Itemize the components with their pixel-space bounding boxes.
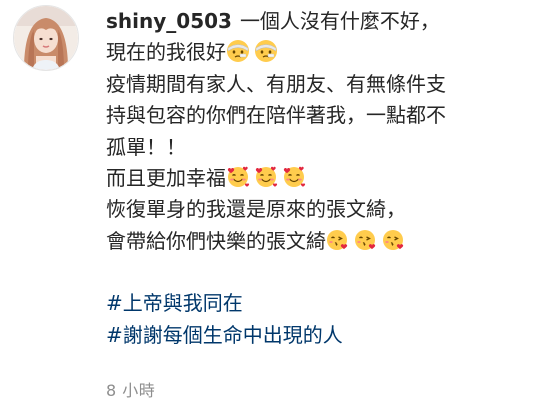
comment-line-1: 現在的我很好 <box>106 37 536 68</box>
timestamp[interactable]: 8 小時 <box>106 377 155 401</box>
avatar[interactable] <box>13 5 79 71</box>
face-with-head-bandage-icon <box>254 39 278 63</box>
smiling-face-with-hearts-icon <box>226 165 250 189</box>
username-link[interactable]: shiny_0503 <box>106 9 232 33</box>
comment-line-0: shiny_0503 一個人沒有什麼不好， <box>106 6 536 37</box>
face-blowing-kiss-icon <box>326 228 350 252</box>
comment-line-5: 而且更加幸福 <box>106 163 536 194</box>
comment-text: 而且更加幸福 <box>106 166 226 191</box>
hashtag-link[interactable]: #上帝與我同在 <box>106 288 536 319</box>
comment-line-4: 孤單！！ <box>106 134 186 159</box>
face-with-head-bandage-icon <box>226 39 250 63</box>
comment-text: 現在的我很好 <box>106 40 226 65</box>
face-blowing-kiss-icon <box>354 228 378 252</box>
comment-line-3: 持與包容的你們在陪伴著我，一點都不 <box>106 103 446 128</box>
smiling-face-with-hearts-icon <box>254 165 278 189</box>
comment-text: 一個人沒有什麼不好， <box>239 9 440 33</box>
comment-text: 會帶給你們快樂的張文綺 <box>106 228 326 253</box>
comment-line-7: 會帶給你們快樂的張文綺 <box>106 226 536 257</box>
comment: shiny_0503 一個人沒有什麼不好， 現在的我很好 疫情期間有家人、有朋友、… <box>0 0 545 417</box>
comment-line-2: 疫情期間有家人、有朋友、有無條件支 <box>106 71 446 96</box>
smiling-face-with-hearts-icon <box>282 165 306 189</box>
comment-body: shiny_0503 一個人沒有什麼不好， 現在的我很好 疫情期間有家人、有朋友、… <box>106 6 536 351</box>
hashtag-link[interactable]: #謝謝每個生命中出現的人 <box>106 320 536 351</box>
avatar-photo <box>14 6 78 70</box>
comment-line-6: 恢復單身的我還是原來的張文綺， <box>106 197 406 222</box>
face-blowing-kiss-icon <box>382 228 406 252</box>
